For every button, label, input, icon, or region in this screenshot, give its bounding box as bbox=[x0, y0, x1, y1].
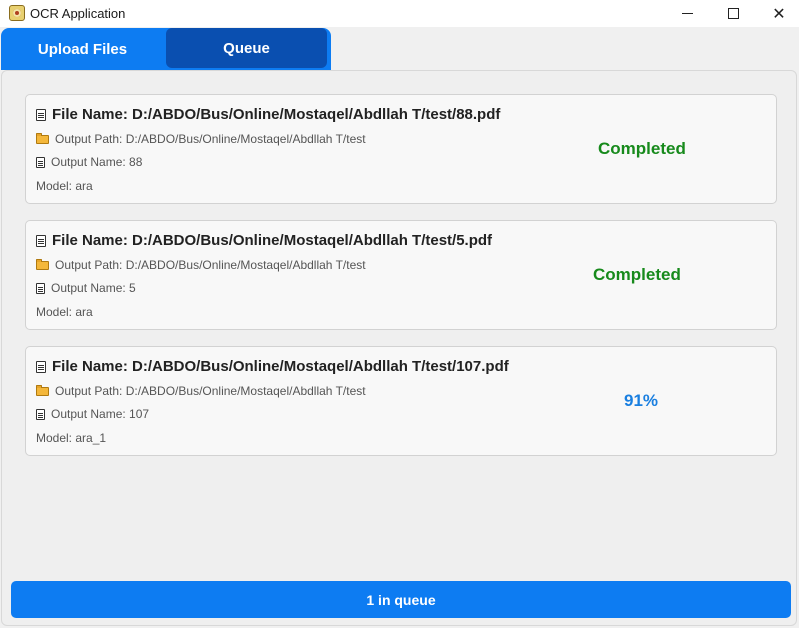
output-path-text: Output Path: D:/ABDO/Bus/Online/Mostaqel… bbox=[55, 384, 366, 398]
file-name-text: File Name: D:/ABDO/Bus/Online/Mostaqel/A… bbox=[52, 106, 501, 123]
file-name-row: File Name: D:/ABDO/Bus/Online/Mostaqel/A… bbox=[36, 106, 500, 123]
file-name-row: File Name: D:/ABDO/Bus/Online/Mostaqel/A… bbox=[36, 358, 509, 375]
ocr-app-icon bbox=[9, 5, 25, 21]
document-icon bbox=[36, 408, 45, 420]
status-label: Completed bbox=[593, 265, 681, 284]
output-path-text: Output Path: D:/ABDO/Bus/Online/Mostaqel… bbox=[55, 258, 366, 272]
queue-item: File Name: D:/ABDO/Bus/Online/Mostaqel/A… bbox=[25, 94, 777, 204]
progress-label: 91% bbox=[624, 391, 659, 410]
model-text: Model: ara bbox=[36, 179, 93, 193]
tab-upload-files[interactable]: Upload Files bbox=[1, 28, 164, 70]
output-path-text: Output Path: D:/ABDO/Bus/Online/Mostaqel… bbox=[55, 132, 366, 146]
window-title: OCR Application bbox=[30, 6, 126, 21]
maximize-icon bbox=[727, 8, 739, 19]
file-name-row: File Name: D:/ABDO/Bus/Online/Mostaqel/A… bbox=[36, 232, 492, 249]
model-text: Model: ara bbox=[36, 305, 93, 319]
output-name-row: Output Name: 5 bbox=[36, 281, 136, 295]
output-path-row: Output Path: D:/ABDO/Bus/Online/Mostaqel… bbox=[36, 258, 366, 272]
output-name-row: Output Name: 88 bbox=[36, 155, 142, 169]
status-label: Completed bbox=[598, 139, 686, 158]
output-name-text: Output Name: 5 bbox=[51, 281, 136, 295]
tab-queue[interactable]: Queue bbox=[166, 28, 327, 68]
output-name-text: Output Name: 88 bbox=[51, 155, 143, 169]
output-path-row: Output Path: D:/ABDO/Bus/Online/Mostaqel… bbox=[36, 384, 366, 398]
document-icon bbox=[36, 282, 45, 294]
folder-icon bbox=[36, 133, 49, 144]
folder-icon bbox=[36, 259, 49, 270]
ocr-application-window: OCR Application ✕ Upload Files Queue Fil… bbox=[0, 0, 799, 628]
tab-bar: Upload Files Queue bbox=[1, 28, 331, 70]
close-icon: ✕ bbox=[772, 3, 786, 23]
output-path-row: Output Path: D:/ABDO/Bus/Online/Mostaqel… bbox=[36, 132, 366, 146]
folder-icon bbox=[36, 385, 49, 396]
maximize-button[interactable] bbox=[710, 0, 756, 27]
queue-item: File Name: D:/ABDO/Bus/Online/Mostaqel/A… bbox=[25, 220, 777, 330]
queue-item: File Name: D:/ABDO/Bus/Online/Mostaqel/A… bbox=[25, 346, 777, 456]
title-bar: OCR Application ✕ bbox=[0, 0, 799, 27]
queue-count-button[interactable]: 1 in queue bbox=[11, 581, 791, 618]
document-icon bbox=[36, 234, 46, 247]
output-name-text: Output Name: 107 bbox=[51, 407, 150, 421]
close-button[interactable]: ✕ bbox=[756, 0, 799, 27]
output-name-row: Output Name: 107 bbox=[36, 407, 149, 421]
file-name-text: File Name: D:/ABDO/Bus/Online/Mostaqel/A… bbox=[52, 232, 493, 249]
document-icon bbox=[36, 108, 46, 121]
document-icon bbox=[36, 360, 46, 373]
model-text: Model: ara_1 bbox=[36, 431, 107, 445]
minimize-button[interactable] bbox=[664, 0, 710, 27]
document-icon bbox=[36, 156, 45, 168]
minimize-icon bbox=[681, 13, 693, 14]
file-name-text: File Name: D:/ABDO/Bus/Online/Mostaqel/A… bbox=[52, 358, 509, 375]
